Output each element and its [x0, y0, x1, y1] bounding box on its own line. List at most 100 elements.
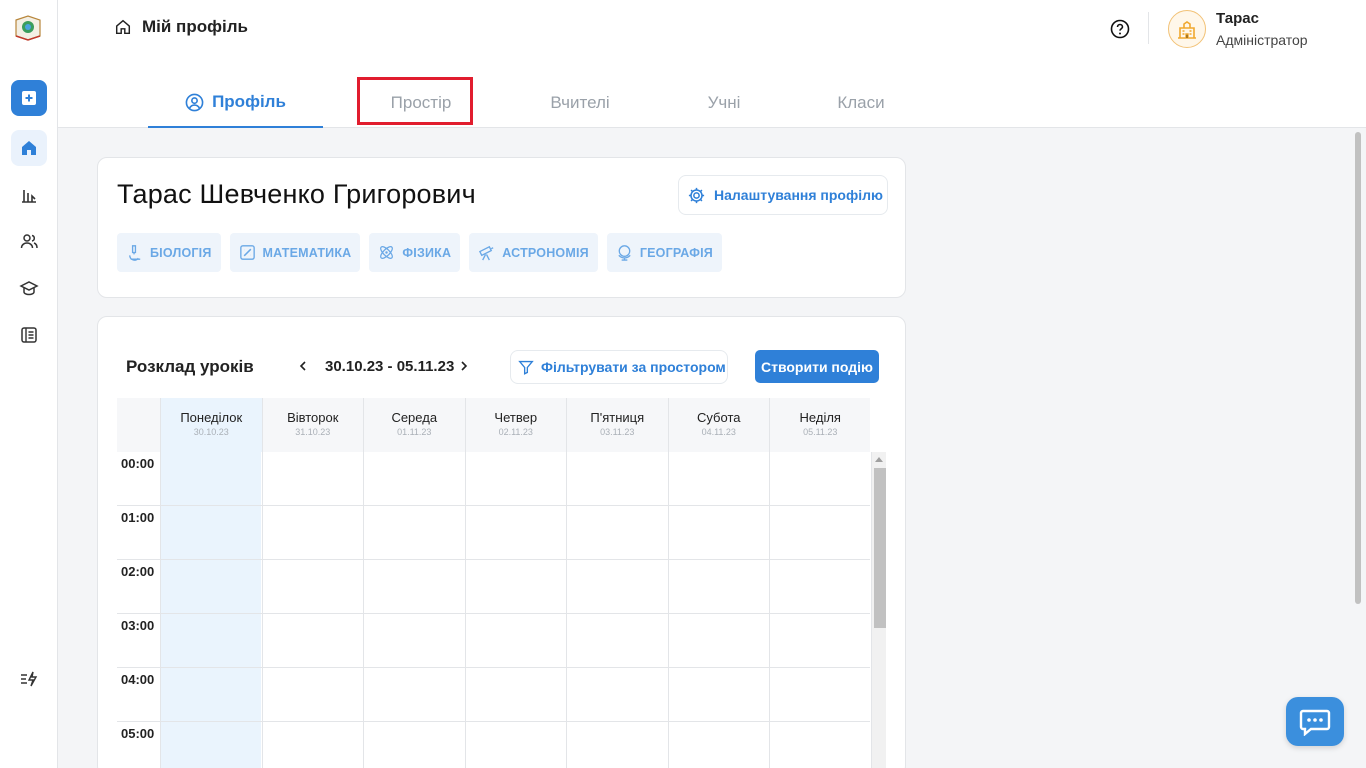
- day-header: Четвер 02.11.23: [464, 398, 567, 452]
- subject-label: МАТЕМАТИКА: [262, 245, 352, 260]
- breadcrumb: Мій профіль: [114, 17, 248, 37]
- day-date: 31.10.23: [295, 427, 331, 437]
- create-event-button[interactable]: Створити подію: [755, 350, 879, 383]
- lightning-list-icon: [21, 671, 38, 687]
- day-name: Понеділок: [180, 410, 243, 425]
- school-logo-icon[interactable]: [14, 12, 42, 42]
- hour-label: 03:00: [121, 618, 155, 633]
- tab-space-label: Простір: [390, 93, 452, 112]
- tab-classes[interactable]: Класи: [800, 78, 922, 128]
- sidebar-item-education[interactable]: [11, 270, 47, 306]
- hour-label: 00:00: [121, 456, 155, 471]
- chat-button[interactable]: [1286, 697, 1344, 746]
- user-name: Тарас: [1216, 10, 1259, 27]
- page-scrollbar[interactable]: [1355, 132, 1361, 604]
- sidebar-item-journal[interactable]: [11, 317, 47, 353]
- avatar[interactable]: [1168, 10, 1206, 48]
- schedule-card: Розклад уроків 30.10.23 - 05.11.23 Фільт…: [97, 316, 906, 768]
- sidebar-item-analytics[interactable]: [11, 177, 47, 213]
- tab-profile[interactable]: Профіль: [148, 78, 323, 128]
- hour-label: 01:00: [121, 510, 155, 525]
- grid-row-line: [117, 559, 870, 560]
- day-header: П'ятниця 03.11.23: [566, 398, 668, 452]
- sidebar-item-home[interactable]: [11, 130, 47, 166]
- profile-settings-button[interactable]: Налаштування профілю: [678, 175, 888, 215]
- subject-label: ГЕОГРАФІЯ: [639, 245, 713, 260]
- week-range: 30.10.23 - 05.11.23: [325, 358, 455, 375]
- users-icon: [20, 234, 38, 249]
- profile-settings-label: Налаштування профілю: [714, 187, 883, 203]
- schedule-body[interactable]: 00:00 01:00 02:00 03:00 04:00 05:00: [117, 452, 872, 768]
- day-date: 01.11.23: [397, 427, 432, 437]
- filter-icon: [518, 360, 534, 375]
- globe-icon: [618, 245, 631, 261]
- schedule-scroll-thumb[interactable]: [874, 468, 886, 628]
- sidebar-add-button[interactable]: [11, 80, 47, 116]
- chevron-left-icon[interactable]: [296, 359, 310, 373]
- tab-profile-label: Профіль: [212, 92, 286, 111]
- tab-space[interactable]: Простір: [330, 78, 512, 128]
- grid-row-line: [117, 667, 870, 668]
- day-header: Субота 04.11.23: [667, 398, 770, 452]
- school-building-icon: [1178, 21, 1196, 39]
- percent-square-icon: [239, 245, 255, 260]
- grid-row-line: [117, 721, 870, 722]
- user-circle-icon: [185, 93, 204, 111]
- grid-row-line: [117, 505, 870, 506]
- day-date: 04.11.23: [701, 427, 736, 437]
- gear-icon: [688, 187, 705, 203]
- subject-badge-physics: ФІЗИКА: [369, 233, 461, 272]
- day-name: Неділя: [799, 410, 841, 425]
- tab-bar: Профіль Простір Вчителі Учні Класи: [148, 78, 922, 128]
- microscope-icon: [129, 245, 141, 261]
- sidebar-item-quick-actions[interactable]: [11, 661, 47, 697]
- filter-label: Фільтрувати за простором: [541, 359, 726, 375]
- chat-bubble-icon: [1299, 709, 1331, 736]
- subject-badge-math: МАТЕМАТИКА: [229, 233, 361, 272]
- day-header: Середа 01.11.23: [363, 398, 465, 452]
- home-icon: [22, 141, 36, 155]
- home-outline-icon[interactable]: [114, 18, 132, 36]
- tab-classes-label: Класи: [837, 93, 885, 112]
- schedule-title: Розклад уроків: [126, 357, 254, 376]
- subject-badge-geography: ГЕОГРАФІЯ: [606, 233, 722, 272]
- hour-label: 04:00: [121, 672, 155, 687]
- subject-label: ФІЗИКА: [402, 245, 452, 260]
- day-date: 30.10.23: [193, 427, 229, 437]
- day-name: П'ятниця: [590, 410, 645, 425]
- header-divider: [1148, 12, 1149, 44]
- hour-label: 05:00: [121, 726, 155, 741]
- day-name: Четвер: [494, 410, 538, 425]
- day-name: Середа: [391, 410, 438, 425]
- day-date: 05.11.23: [803, 427, 838, 437]
- day-header: Понеділок 30.10.23: [160, 398, 262, 452]
- atom-icon: [380, 246, 394, 259]
- day-header: Неділя 05.11.23: [769, 398, 871, 452]
- journal-icon: [21, 327, 37, 343]
- tab-teachers[interactable]: Вчителі: [512, 78, 648, 128]
- hour-label: 02:00: [121, 564, 155, 579]
- chevron-right-icon[interactable]: [457, 359, 471, 373]
- sidebar: [0, 0, 58, 768]
- profile-full-name: Тарас Шевченко Григорович: [117, 179, 476, 209]
- subject-badge-biology: БІОЛОГІЯ: [117, 233, 221, 272]
- tab-students[interactable]: Учні: [648, 78, 800, 128]
- profile-card: Тарас Шевченко Григорович Налаштування п…: [97, 157, 906, 298]
- day-date: 02.11.23: [498, 427, 533, 437]
- subject-badge-astronomy: АСТРОНОМІЯ: [469, 233, 598, 272]
- plus-square-icon: [22, 91, 36, 105]
- grid-row-line: [117, 613, 870, 614]
- page-title: Мій профіль: [142, 17, 248, 36]
- top-header: Мій профіль Тарас Адміністратор Профіль …: [58, 0, 1366, 128]
- subject-list: БІОЛОГІЯ МАТЕМАТИКА ФІЗИКА АСТРОНОМІЯ ГЕ…: [117, 233, 722, 272]
- day-name: Субота: [697, 410, 741, 425]
- help-icon[interactable]: [1110, 19, 1130, 39]
- filter-by-space-button[interactable]: Фільтрувати за простором: [510, 350, 728, 384]
- bar-chart-icon: [22, 190, 36, 203]
- graduation-cap-icon: [19, 281, 39, 296]
- scroll-up-arrow-icon[interactable]: [875, 456, 883, 462]
- subject-label: БІОЛОГІЯ: [150, 245, 212, 260]
- tab-teachers-label: Вчителі: [550, 93, 610, 112]
- day-date: 03.11.23: [600, 427, 635, 437]
- sidebar-item-users[interactable]: [11, 223, 47, 259]
